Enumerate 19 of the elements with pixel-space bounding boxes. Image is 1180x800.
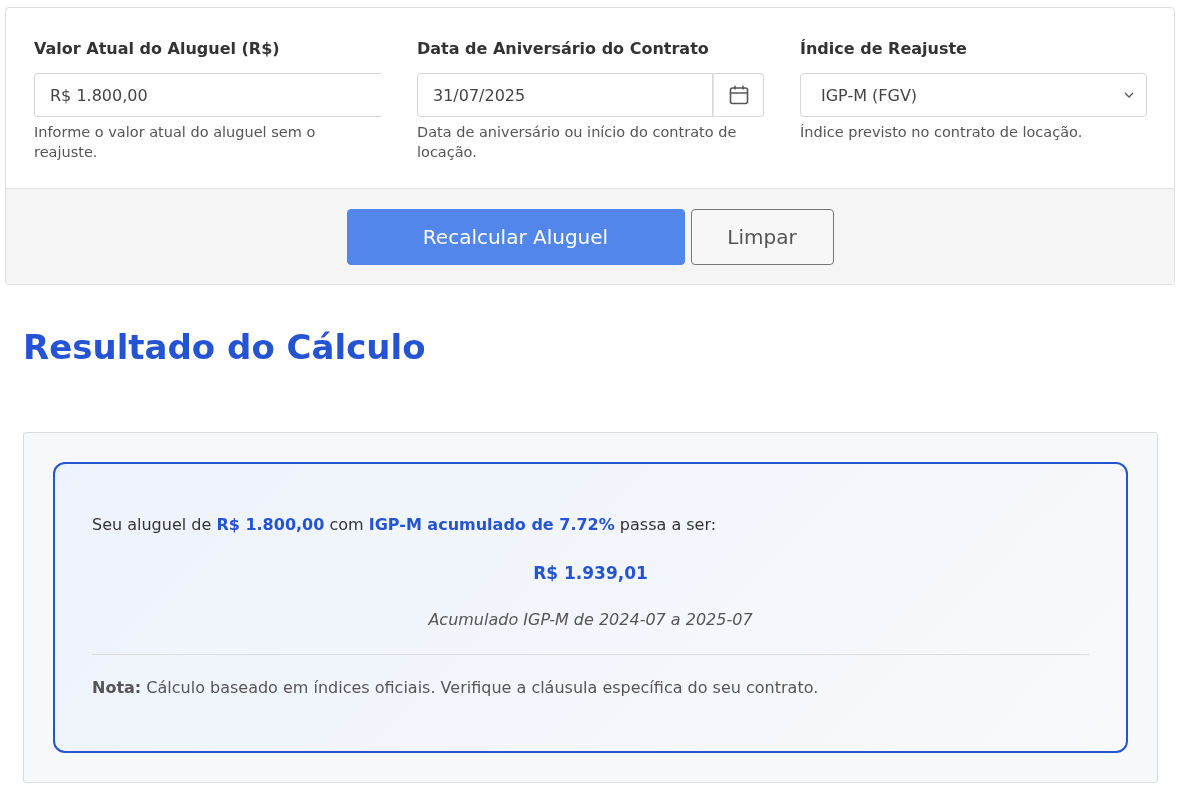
help-text: Informe o valor atual do aluguel sem o reajuste. — [34, 123, 317, 162]
field-label: Data de Aniversário do Contrato — [417, 38, 709, 60]
date-input[interactable]: 31/07/2025 — [417, 73, 713, 117]
result-summary: Seu aluguel de R$ 1.800,00 com IGP-M acumulado de 7.72% passa a ser: — [92, 514, 718, 536]
clear-button[interactable]: Limpar — [690, 209, 834, 265]
select-dropdown[interactable]: IGP-M (FGV) — [800, 73, 1147, 117]
field-label: Índice de Reajuste — [800, 38, 967, 60]
help-text: Data de aniversário ou início do contrato de locação. — [417, 123, 738, 162]
recalculate-button[interactable]: Recalcular Aluguel — [346, 209, 685, 265]
help-text: Índice previsto no contrato de locação. — [800, 123, 1083, 142]
field-label: Valor Atual do Aluguel (R$) — [34, 38, 280, 60]
section-heading: Resultado do Cálculo — [23, 326, 427, 369]
chevron-down-icon — [1124, 92, 1134, 98]
new-rent-value: R$ 1.939,01 — [532, 562, 649, 585]
calendar-icon — [728, 85, 749, 105]
note-text: Nota: Cálculo baseado em índices oficiais. Verifique a cláusula específica do seu contrato. — [92, 677, 820, 699]
period-text: Acumulado IGP-M de 2024-07 a 2025-07 — [427, 609, 754, 631]
text-input[interactable]: R$ 1.800,00 — [34, 73, 381, 117]
calendar-button[interactable] — [713, 73, 764, 117]
